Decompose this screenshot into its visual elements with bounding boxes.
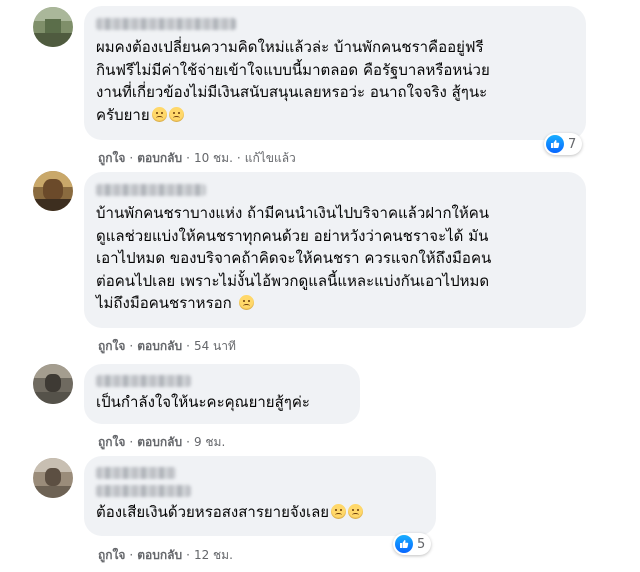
like-icon [395,535,413,553]
avatar[interactable] [33,364,73,404]
edited-label: แก้ไขแล้ว [244,151,296,165]
sad-face-icon [168,106,184,122]
comment-text: ต้องเสียเงินด้วยหรอสงสารยายจังเลย [96,501,424,524]
avatar[interactable] [33,171,73,211]
author-name[interactable] [96,18,236,30]
comment-text: เป็นกำลังใจให้นะคะคุณยายสู้ๆค่ะ [96,393,310,411]
reply-link[interactable]: ตอบกลับ [137,339,182,353]
timestamp[interactable]: 12 ชม. [194,548,233,562]
like-link[interactable]: ถูกใจ [98,548,125,562]
comment-text: ผมคงต้องเปลี่ยนความคิดใหม่แล้วล่ะ บ้านพั… [96,38,490,124]
author-name[interactable] [96,184,206,196]
reply-link[interactable]: ตอบกลับ [137,548,182,562]
avatar[interactable] [33,458,73,498]
reaction-count-badge[interactable]: 7 [544,133,583,155]
like-link[interactable]: ถูกใจ [98,339,125,353]
sad-face-icon [348,504,364,519]
comment-bubble: ผมคงต้องเปลี่ยนความคิดใหม่แล้วล่ะ บ้านพั… [84,6,586,140]
like-link[interactable]: ถูกใจ [98,151,125,165]
comment-bubble: ต้องเสียเงินด้วยหรอสงสารยายจังเลย [84,456,436,536]
sad-face-icon [331,504,347,519]
comment-actions: ถูกใจ · ตอบกลับ · 10 ชม. · แก้ไขแล้ว [98,151,296,165]
like-icon [546,135,564,153]
timestamp[interactable]: 10 ชม. [194,151,233,165]
reaction-count-badge[interactable]: 5 [393,533,432,555]
author-name[interactable] [96,467,176,479]
author-name[interactable] [96,375,191,387]
comment-text: บ้านพักคนชราบางแห่ง ถ้ามีคนนำเงินไปบริจา… [96,204,492,312]
comment-actions: ถูกใจ · ตอบกลับ · 54 นาที [98,339,236,353]
reaction-count: 7 [568,136,577,152]
author-subtitle [96,485,191,497]
reply-link[interactable]: ตอบกลับ [137,435,182,449]
comment-bubble: เป็นกำลังใจให้นะคะคุณยายสู้ๆค่ะ [84,364,360,424]
timestamp[interactable]: 9 ชม. [194,435,225,449]
comment-bubble: บ้านพักคนชราบางแห่ง ถ้ามีคนนำเงินไปบริจา… [84,172,586,328]
reply-link[interactable]: ตอบกลับ [137,151,182,165]
comment-actions: ถูกใจ · ตอบกลับ · 12 ชม. [98,548,233,562]
comment-actions: ถูกใจ · ตอบกลับ · 9 ชม. [98,435,226,449]
like-link[interactable]: ถูกใจ [98,435,125,449]
sad-face-icon [151,106,167,122]
reaction-count: 5 [417,536,426,552]
sad-face-icon [238,295,254,310]
avatar[interactable] [33,7,73,47]
timestamp[interactable]: 54 นาที [194,339,236,353]
